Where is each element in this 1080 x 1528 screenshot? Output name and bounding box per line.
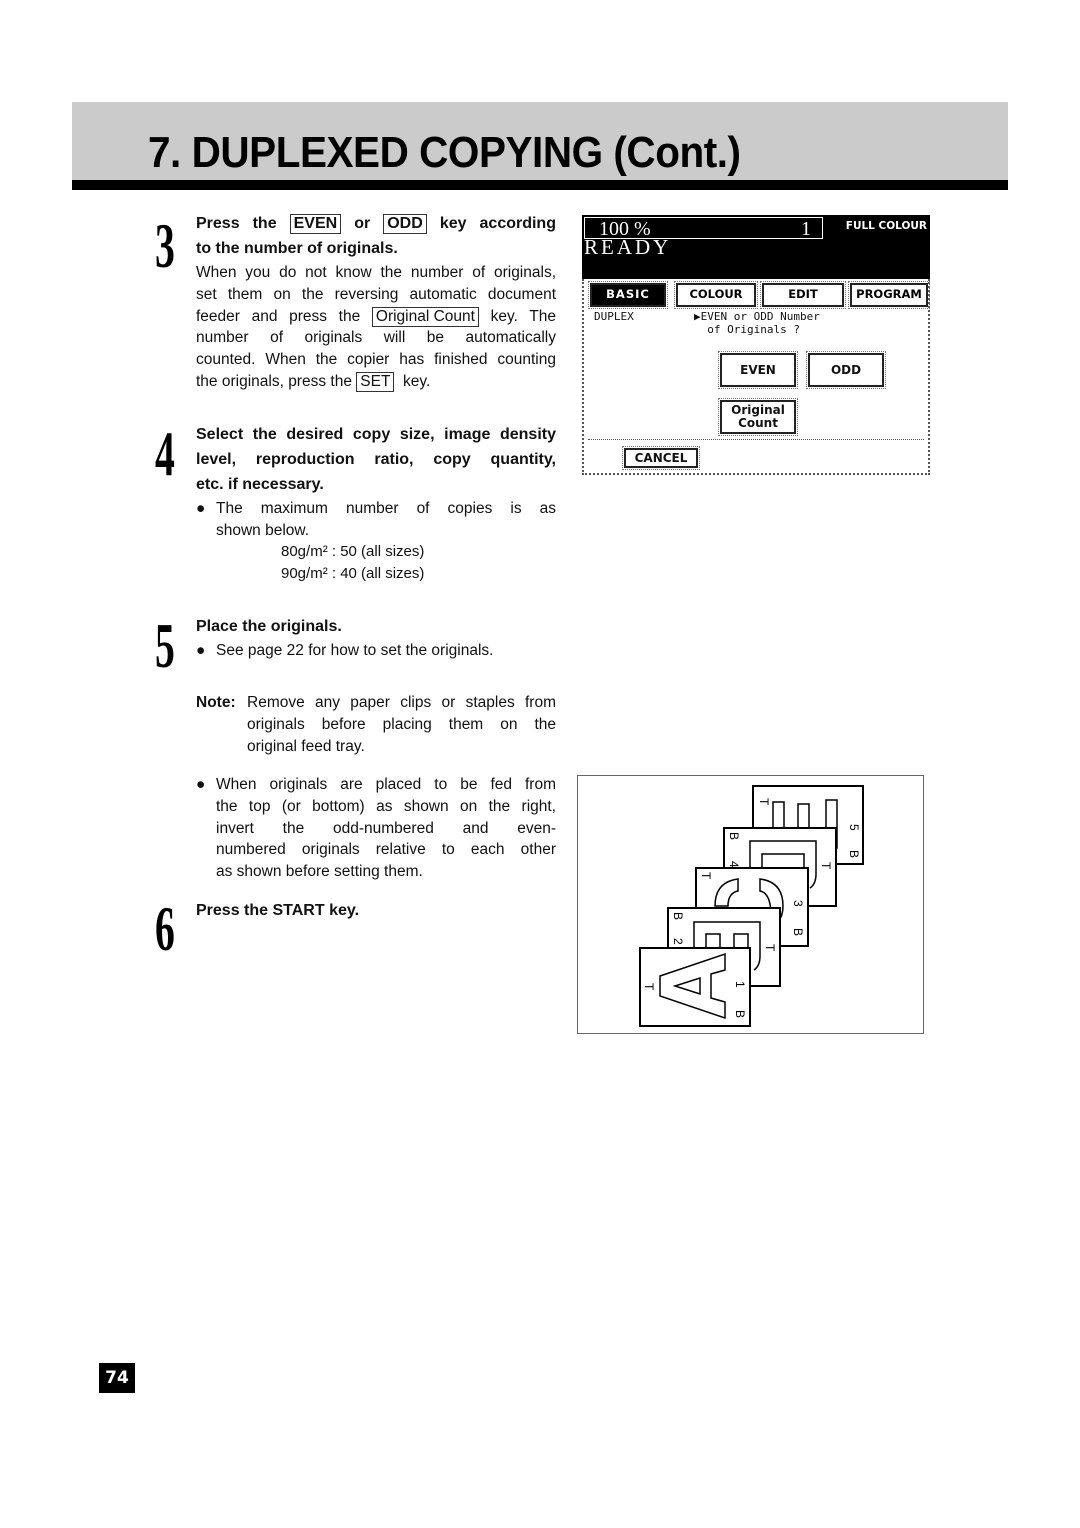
bullet-line: shown below. (216, 521, 310, 539)
lcd-body: BASIC COLOUR EDIT PROGRAM DUPLEX ▶EVEN o… (582, 279, 930, 475)
originals-orientation-diagram: T 5 B B 4 T T 3 B B 2 T T 1 B (577, 775, 924, 1034)
bottom-label: B (847, 850, 861, 858)
note-line: originals before placing them on the (247, 715, 556, 733)
bottom-label: B (791, 928, 805, 936)
bullet-line: as shown before setting them. (216, 863, 423, 881)
page-label: 2 (671, 938, 685, 945)
max-copies-90gsm: 90g/m² : 40 (all sizes) (281, 563, 424, 585)
step-3-body: When you do not know the number of origi… (196, 262, 556, 393)
bullet-line: When originals are placed to be fed from (216, 776, 556, 793)
tab-colour[interactable]: COLOUR (674, 281, 758, 309)
step-4-heading-line2: level, reproduction ratio, copy quantity… (196, 451, 556, 468)
max-copies-value: : 50 (all sizes) (331, 543, 425, 560)
body-line: the originals, press the SET key. (196, 371, 556, 393)
cancel-button[interactable]: CANCEL (622, 446, 700, 470)
body-line: counted. When the copier has finished co… (196, 351, 556, 369)
page-title: 7. DUPLEXED COPYING (Cont.) (148, 128, 741, 177)
bottom-label: B (733, 1010, 747, 1018)
note-line: original feed tray. (247, 737, 365, 755)
top-label: T (819, 862, 833, 870)
tab-basic[interactable]: BASIC (588, 281, 668, 309)
page-label: 3 (791, 900, 805, 907)
bottom-label: B (671, 912, 685, 920)
prompt-line: ▶EVEN or ODD Number (694, 310, 820, 323)
prompt: ▶EVEN or ODD Number of Originals ? (694, 310, 820, 336)
body-line: When you do not know the number of origi… (196, 264, 556, 281)
bullet-text: See page 22 for how to set the originals… (216, 642, 494, 659)
note-line: Remove any paper clips or staples from (247, 694, 556, 711)
sheet-1: T 1 B (639, 947, 751, 1027)
bottom-label: B (727, 832, 741, 840)
colour-mode: FULL COLOUR (845, 220, 927, 232)
step-number-4: 4 (155, 418, 175, 489)
header-rule (72, 180, 1008, 190)
step-5-heading: Place the originals. (196, 618, 342, 635)
max-copies-80gsm: 80g/m² : 50 (all sizes) (281, 541, 424, 563)
note: Note: Remove any paper clips or staples … (196, 692, 556, 757)
body-text: key. The (490, 307, 556, 325)
original-count-button[interactable]: Original Count (718, 398, 798, 436)
diagram-svg: T 5 B B 4 T T 3 B B 2 T T 1 B (639, 785, 864, 1027)
step-5-bullet-2: ● When originals are placed to be fed fr… (196, 774, 556, 883)
body-text: key. (403, 372, 431, 390)
body-line: set them on the reversing automatic docu… (196, 285, 556, 303)
even-key-label: EVEN (289, 214, 342, 234)
step-4-bullet: ● The maximum number of copies is as sho… (196, 498, 556, 542)
top-label: T (757, 798, 771, 806)
heading-text: or (354, 215, 371, 232)
body-text: the originals, press the (196, 372, 352, 390)
divider (588, 439, 924, 440)
bullet-icon: ● (196, 776, 206, 793)
function-label: DUPLEX (594, 310, 634, 323)
paper-weight: 90g/m² (281, 565, 328, 582)
prompt-line: of Originals ? (694, 323, 800, 336)
step-number-5: 5 (155, 610, 175, 681)
bullet-line: The maximum number of copies is as (216, 500, 556, 517)
bullet-line: invert the odd-numbered and even- (216, 819, 556, 837)
step-6-heading: Press the START key. (196, 902, 360, 919)
step-4-heading-line1: Select the desired copy size, image dens… (196, 426, 556, 443)
odd-button[interactable]: ODD (806, 351, 886, 389)
top-label: T (699, 872, 713, 880)
paper-weight: 80g/m² (281, 543, 328, 560)
bullet-line: the top (or bottom) as shown on the righ… (216, 797, 556, 815)
page-label: 1 (733, 981, 747, 988)
copier-lcd-panel: 100 % 1 FULL COLOUR READY BASIC COLOUR E… (582, 215, 930, 477)
page-label: 4 (727, 861, 741, 868)
lcd-status-area: 100 % 1 FULL COLOUR READY (582, 215, 930, 279)
page-label: 5 (847, 824, 861, 831)
heading-text: key according (439, 215, 556, 232)
max-copies-value: : 40 (all sizes) (331, 565, 425, 582)
step-number-6: 6 (155, 893, 175, 964)
step-3-heading-line2: to the number of originals. (196, 240, 398, 257)
tab-program[interactable]: PROGRAM (848, 281, 930, 309)
top-label: T (642, 983, 656, 991)
odd-key-label: ODD (383, 214, 427, 234)
step-4-heading-line3: etc. if necessary. (196, 476, 324, 493)
bullet-line: numbered originals relative to each othe… (216, 841, 556, 859)
body-text: feeder and press the (196, 307, 361, 325)
button-label: Count (738, 416, 778, 430)
note-label: Note: (196, 694, 236, 711)
step-5-bullet: ● See page 22 for how to set the origina… (196, 640, 556, 662)
status-message: READY (584, 235, 672, 259)
copy-quantity: 1 (801, 218, 811, 240)
step-number-3: 3 (155, 210, 175, 281)
step-3-heading-line1: Press the EVEN or ODD key according (196, 211, 556, 236)
top-label: T (763, 944, 777, 952)
body-line: number of originals will be automaticall… (196, 329, 556, 347)
tab-edit[interactable]: EDIT (760, 281, 846, 309)
heading-text: Press the (196, 215, 277, 232)
body-line: feeder and press the Original Count key.… (196, 306, 556, 328)
bullet-icon: ● (196, 642, 206, 659)
page-number: 74 (99, 1363, 135, 1393)
even-button[interactable]: EVEN (718, 351, 798, 389)
bullet-icon: ● (196, 500, 206, 517)
original-count-key-label: Original Count (371, 306, 479, 327)
set-key-label: SET (356, 371, 395, 392)
